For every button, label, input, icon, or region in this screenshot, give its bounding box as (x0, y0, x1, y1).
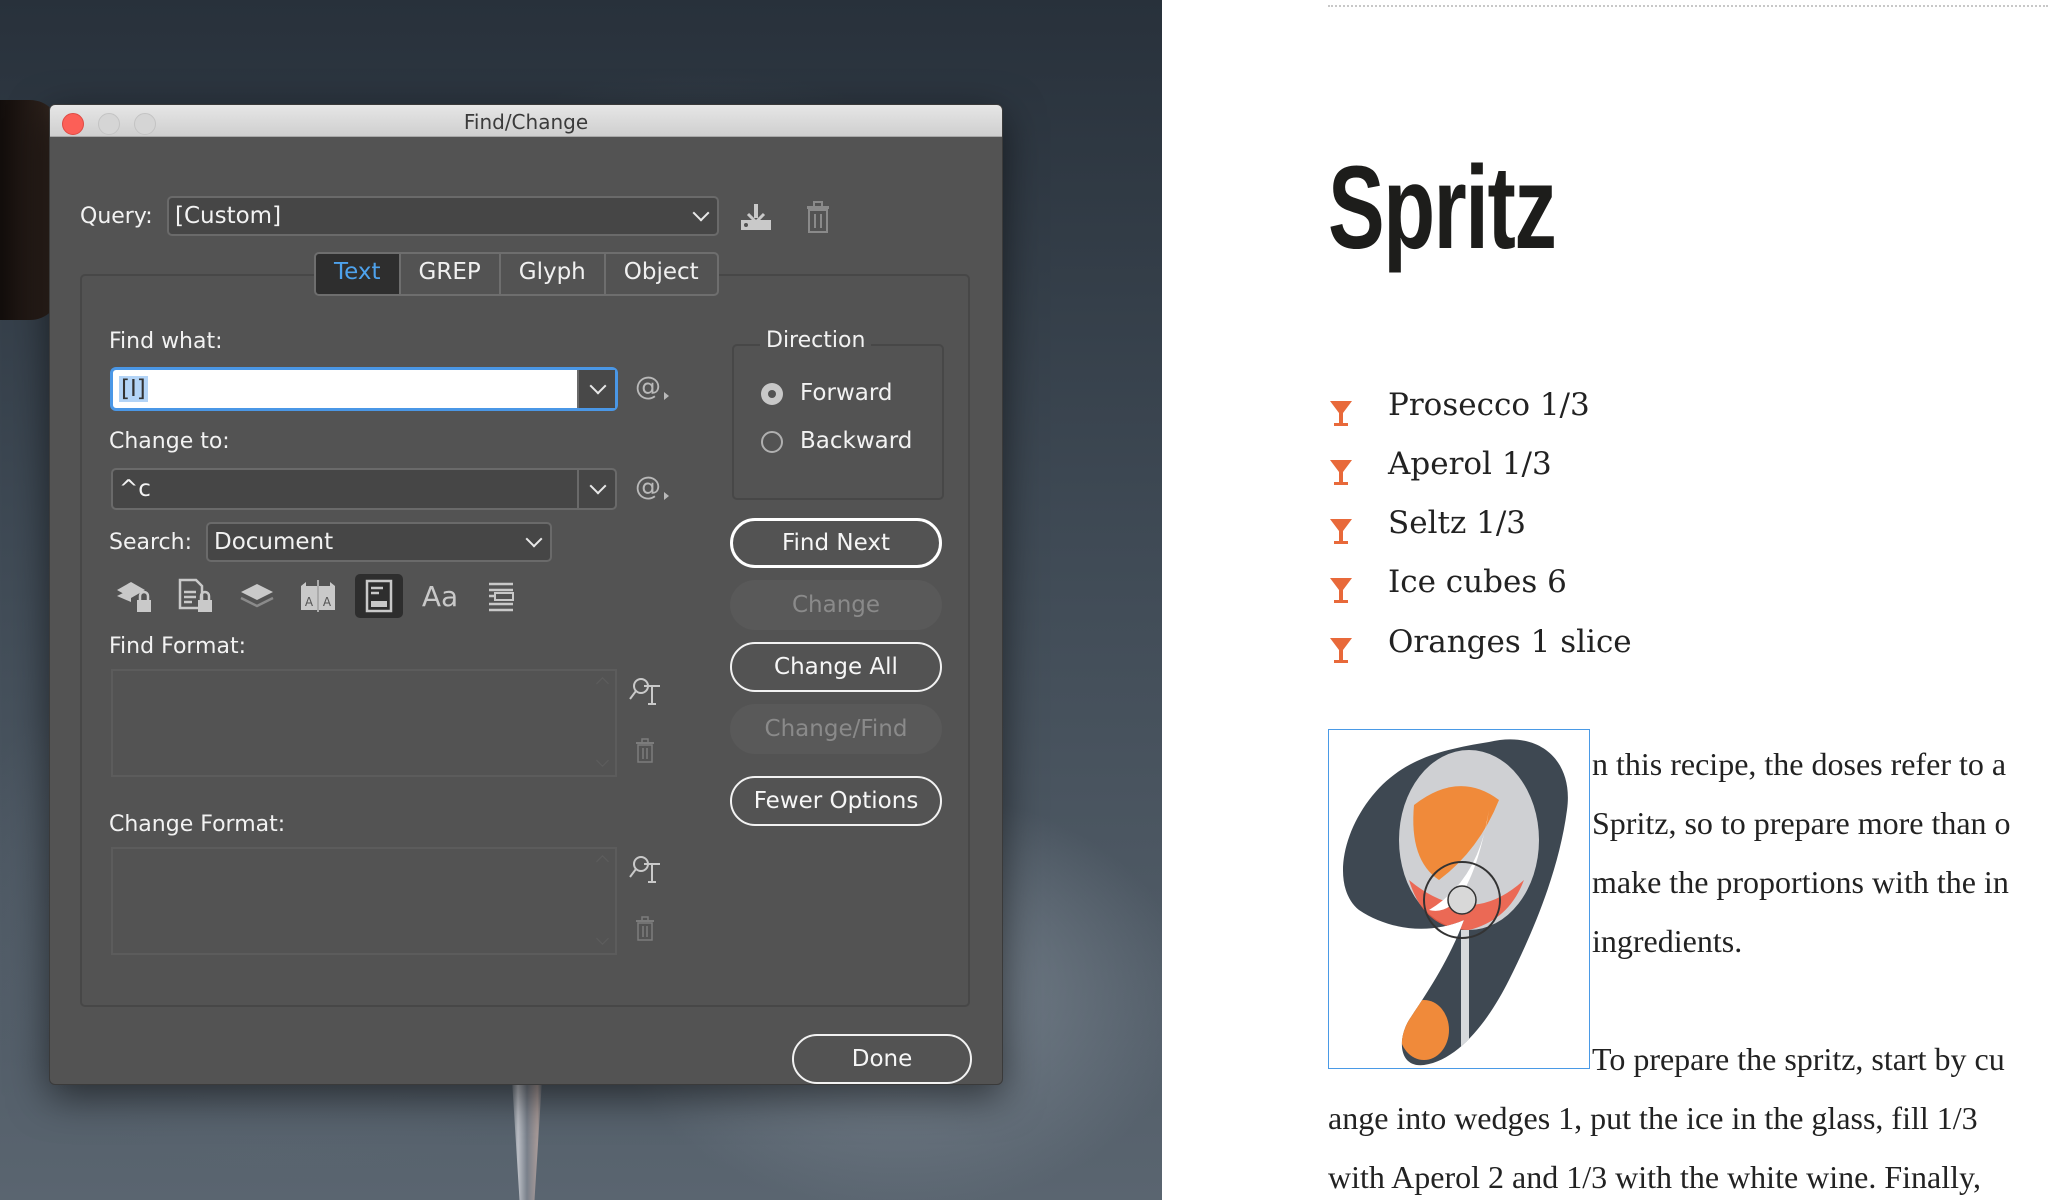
body-text-line[interactable]: with Aperol 2 and 1/3 with the white win… (1328, 1159, 1981, 1196)
include-hidden-layers-toggle[interactable] (233, 574, 281, 618)
cocktail-glass-icon (1330, 401, 1352, 426)
trash-icon (636, 916, 654, 941)
specify-find-format-button[interactable] (628, 676, 662, 710)
change-format-label: Change Format: (109, 812, 286, 837)
cocktail-glass-icon (1330, 578, 1352, 603)
scroll-up-icon (596, 855, 609, 868)
direction-label: Direction (760, 328, 872, 353)
find-next-button[interactable]: Find Next (730, 518, 942, 568)
delete-query-button[interactable] (804, 200, 832, 238)
case-sensitive-toggle[interactable]: Aa (416, 574, 464, 618)
change-to-input[interactable]: ^c (111, 468, 617, 510)
find-format-box[interactable] (111, 669, 617, 777)
find-what-label: Find what: (109, 329, 223, 354)
ingredient-text: Prosecco 1/3 (1388, 387, 1590, 423)
tab-grep[interactable]: GREP (401, 254, 501, 294)
query-label: Query: (80, 204, 153, 229)
tab-object[interactable]: Object (606, 254, 717, 294)
include-master-pages-toggle[interactable]: A A (294, 574, 342, 618)
document-title[interactable]: Spritz (1328, 140, 1557, 276)
case-sensitive-icon: Aa (421, 579, 459, 613)
direction-forward-radio[interactable] (761, 383, 783, 405)
query-select[interactable]: [Custom] (167, 196, 719, 236)
cocktail-glass-icon (1330, 638, 1352, 663)
search-scope-value: Document (214, 529, 334, 555)
clear-change-format-button[interactable] (634, 916, 656, 946)
page-guide-line (1328, 5, 2048, 7)
ingredient-text: Oranges 1 slice (1388, 624, 1632, 660)
change-to-label: Change to: (109, 429, 230, 454)
change-button[interactable]: Change (730, 580, 942, 630)
query-value: [Custom] (175, 203, 282, 229)
format-search-icon (629, 678, 660, 705)
body-text-line[interactable]: To prepare the spritz, start by cu (1592, 1041, 2005, 1078)
format-search-icon (629, 856, 660, 883)
ingredient-text: Aperol 1/3 (1388, 446, 1552, 482)
direction-backward-radio[interactable] (761, 431, 783, 453)
ingredient-text: Seltz 1/3 (1388, 505, 1527, 541)
body-text-line[interactable]: Spritz, so to prepare more than o (1592, 805, 2011, 842)
trash-icon (807, 201, 829, 233)
search-mode-tabs: Text GREP Glyph Object (314, 252, 719, 296)
svg-text:A: A (323, 595, 332, 609)
hidden-layers-icon (240, 584, 274, 608)
trash-icon (636, 738, 654, 763)
search-options-toolbar: A A Aa (111, 574, 525, 618)
dialog-title: Find/Change (463, 110, 589, 134)
document-page (1162, 0, 2048, 1200)
specify-change-format-button[interactable] (628, 854, 662, 888)
body-text-line[interactable]: make the proportions with the in (1592, 864, 2009, 901)
change-all-button[interactable]: Change All (730, 642, 942, 692)
whole-word-toggle[interactable] (477, 574, 525, 618)
fewer-options-button[interactable]: Fewer Options (730, 776, 942, 826)
nine-shaped-glass-image (1342, 739, 1568, 1066)
find-what-value: [I] (119, 376, 148, 402)
direction-group (732, 344, 944, 500)
chevron-down-icon (692, 204, 710, 222)
body-text-line[interactable]: ingredients. (1592, 923, 1742, 960)
footnotes-icon (365, 579, 393, 613)
find-what-history-button[interactable] (577, 370, 615, 408)
find-change-dialog: Find/Change Query: [Custom] Text GREP Gl… (49, 104, 1003, 1085)
master-pages-icon: A A (301, 580, 335, 612)
ingredient-text: Ice cubes 6 (1388, 564, 1567, 600)
drop-cap-image-frame[interactable] (1328, 729, 1590, 1069)
change-special-characters-icon[interactable]: @ (635, 472, 669, 502)
scroll-up-icon (596, 677, 609, 690)
include-locked-stories-toggle[interactable] (172, 574, 220, 618)
find-what-input[interactable]: [I] (111, 368, 617, 410)
search-label: Search: (109, 530, 192, 555)
scroll-down-icon (596, 932, 609, 945)
body-text-line[interactable]: ange into wedges 1, put the ice in the g… (1328, 1100, 1978, 1137)
locked-stories-icon (178, 578, 212, 612)
include-footnotes-toggle[interactable] (355, 574, 403, 618)
title-bar[interactable]: Find/Change (50, 105, 1002, 137)
clear-find-format-button[interactable] (634, 738, 656, 768)
save-query-icon (741, 204, 771, 230)
save-query-button[interactable] (739, 202, 773, 236)
cocktail-glass-icon (1330, 460, 1352, 485)
include-locked-layers-toggle[interactable] (111, 574, 159, 618)
direction-backward-label[interactable]: Backward (800, 428, 912, 454)
chevron-down-icon (525, 530, 543, 548)
whole-word-icon (489, 582, 514, 612)
find-format-label: Find Format: (109, 634, 247, 659)
scroll-down-icon (596, 754, 609, 767)
change-to-history-button[interactable] (577, 470, 615, 508)
tab-glyph[interactable]: Glyph (501, 254, 606, 294)
change-to-value: ^c (119, 476, 151, 502)
done-button[interactable]: Done (792, 1034, 972, 1084)
search-scope-select[interactable]: Document (206, 522, 552, 562)
svg-text:A: A (305, 595, 314, 609)
direction-forward-label[interactable]: Forward (800, 380, 893, 406)
chevron-down-icon (589, 377, 607, 395)
change-format-box[interactable] (111, 847, 617, 955)
find-special-characters-icon[interactable]: @ (635, 372, 669, 402)
tab-text[interactable]: Text (316, 254, 401, 294)
locked-layers-icon (117, 582, 151, 612)
change-find-button[interactable]: Change/Find (730, 704, 942, 754)
body-text-line[interactable]: n this recipe, the doses refer to a (1592, 746, 2006, 783)
chevron-down-icon (589, 477, 607, 495)
cocktail-glass-icon (1330, 519, 1352, 544)
